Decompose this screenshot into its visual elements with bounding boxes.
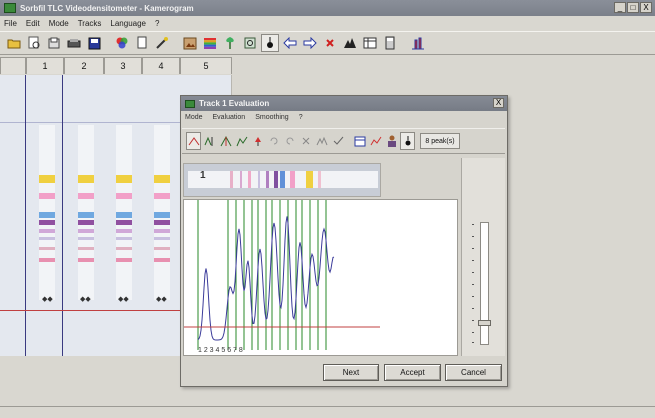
spot-icon[interactable] [400,132,415,150]
check-icon[interactable] [330,132,345,150]
calculator-icon[interactable] [381,34,399,52]
dialog-toolbar-separator [346,132,351,150]
lane-strip [188,171,378,188]
open-icon[interactable] [45,34,63,52]
dialog-menu-smoothing[interactable]: Smoothing [255,114,288,121]
lane-tab-4[interactable]: 4 [142,57,180,74]
dialog-close-button[interactable]: X [493,98,504,108]
chart-icon[interactable] [368,132,383,150]
peak-a-icon[interactable] [218,132,233,150]
maximize-button[interactable]: □ [627,2,639,13]
lane-marker-line [62,75,63,356]
dialog-menu-evaluation[interactable]: Evaluation [213,114,246,121]
peak-b-icon[interactable] [234,132,249,150]
save-icon[interactable] [85,34,103,52]
toolbar-separator [173,34,179,52]
peak-split-icon[interactable] [202,132,217,150]
dialog-menu-bar: Mode Evaluation Smoothing ? [181,111,507,123]
track-evaluation-dialog: Track 1 Evaluation X Mode Evaluation Smo… [180,95,508,387]
lane-tabs: 1 2 3 4 5 [0,57,232,74]
peak-count: 8 peak(s) [420,133,460,149]
chromatogram-icon[interactable] [409,34,427,52]
accept-button[interactable]: Accept [384,364,441,381]
spot-icon[interactable] [261,34,279,52]
lane-marker-line [25,75,26,356]
toolbar-separator [401,34,407,52]
spot-marker-icon: ◆◆ [118,296,129,303]
track-3[interactable] [116,125,132,300]
peak-axis-text: 1 2 3 4 5 6 7 8 [198,347,243,354]
strip-label: 1 [200,170,206,181]
menu-file[interactable]: File [4,19,17,28]
preview-icon[interactable] [25,34,43,52]
open-folder-icon[interactable] [5,34,23,52]
minimize-button[interactable]: _ [614,2,626,13]
grid-settings-icon[interactable] [241,34,259,52]
person-icon[interactable] [384,132,399,150]
window-controls: _ □ X [614,2,652,13]
slider-ticks [472,224,474,343]
table-icon[interactable] [352,132,367,150]
menu-mode[interactable]: Mode [49,19,69,28]
menu-bar: File Edit Mode Tracks Language ? [0,16,655,30]
spot-marker-icon: ◆◆ [42,296,53,303]
table-icon[interactable] [361,34,379,52]
image-edit-icon[interactable] [181,34,199,52]
status-bar [0,406,655,418]
threshold-slider-thumb[interactable] [478,320,491,326]
dialog-title: Track 1 Evaluation [199,99,270,108]
baseline-icon[interactable] [186,132,201,150]
tree-icon[interactable] [221,34,239,52]
menu-tracks[interactable]: Tracks [78,19,102,28]
close-button[interactable]: X [640,2,652,13]
lane-tab-blank [0,57,26,74]
auto-peaks-icon[interactable] [314,132,329,150]
delete-icon[interactable] [321,34,339,52]
densitogram-plot[interactable]: 1 2 3 4 5 6 7 8 [183,199,458,356]
dialog-toolbar: 8 peak(s) [182,128,505,154]
wand-icon[interactable] [153,34,171,52]
dialog-menu-mode[interactable]: Mode [185,114,203,121]
menu-help[interactable]: ? [155,19,159,28]
rainbow-icon[interactable] [201,34,219,52]
toolbar-separator [105,34,111,52]
main-title-bar[interactable]: Sorbfil TLC Videodensitometer - Kamerogr… [0,0,655,16]
threshold-slider-track[interactable] [480,222,489,345]
dialog-app-icon [185,99,195,108]
dialog-title-bar[interactable]: Track 1 Evaluation [181,96,507,111]
track-4[interactable] [154,125,170,300]
threshold-panel [461,158,505,356]
colors-icon[interactable] [113,34,131,52]
cancel-button[interactable]: Cancel [445,364,502,381]
lane-tab-5[interactable]: 5 [180,57,232,74]
redo-icon[interactable] [282,132,297,150]
peak-select-icon[interactable] [250,132,265,150]
lane-strip-image: 1 [183,163,381,197]
densitogram-svg: 1 2 3 4 5 6 7 8 [184,200,380,354]
undo-icon[interactable] [266,132,281,150]
menu-language[interactable]: Language [110,19,146,28]
main-toolbar [0,31,655,55]
scanner-icon[interactable] [65,34,83,52]
window-title: Sorbfil TLC Videodensitometer - Kamerogr… [20,3,194,13]
peak-icon[interactable] [341,34,359,52]
lane-tab-1[interactable]: 1 [26,57,64,74]
dialog-menu-help[interactable]: ? [299,114,303,121]
spot-marker-icon: ◆◆ [80,296,91,303]
delete-peak-icon[interactable] [298,132,313,150]
spot-marker-icon: ◆◆ [156,296,167,303]
track-2[interactable] [78,125,94,300]
document-icon[interactable] [133,34,151,52]
track-1[interactable] [39,125,55,300]
app-icon [4,3,16,13]
lane-tab-3[interactable]: 3 [104,57,142,74]
menu-edit[interactable]: Edit [26,19,40,28]
arrow-right-icon[interactable] [301,34,319,52]
lane-tab-2[interactable]: 2 [64,57,104,74]
next-button[interactable]: Next [323,364,379,381]
arrow-left-icon[interactable] [281,34,299,52]
